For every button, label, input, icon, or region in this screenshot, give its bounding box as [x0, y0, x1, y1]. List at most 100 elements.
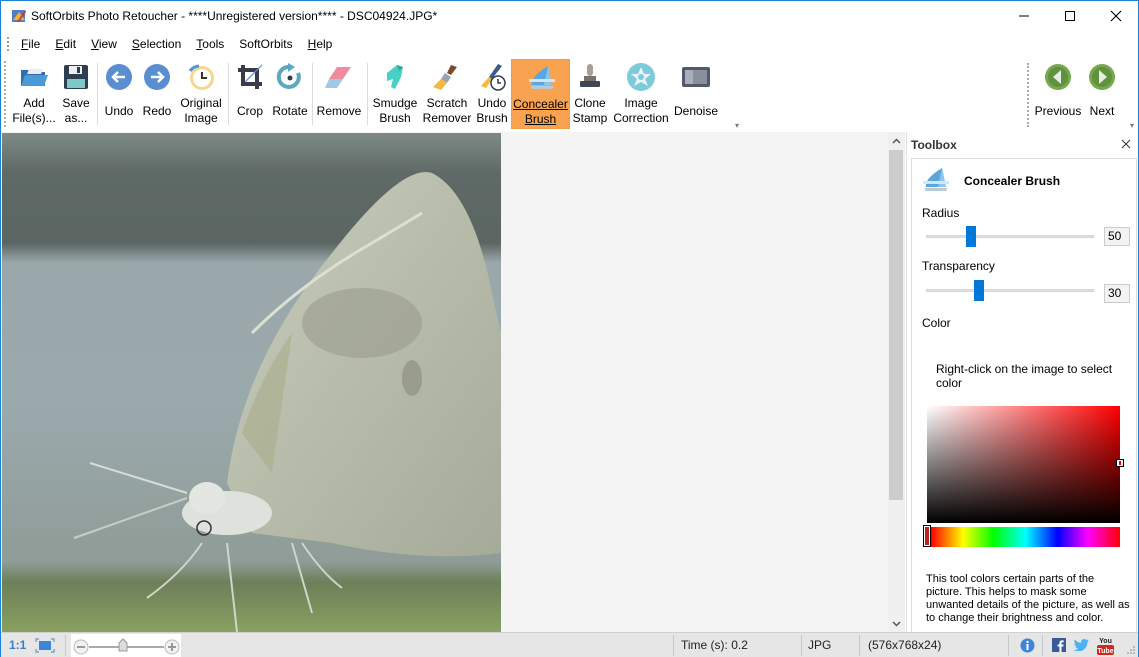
- undo-brush-button[interactable]: Undo Brush: [474, 59, 510, 129]
- menu-view[interactable]: View: [86, 37, 124, 51]
- undo-button[interactable]: Undo: [102, 59, 136, 129]
- facebook-icon[interactable]: [1052, 638, 1066, 652]
- menu-grip: [7, 37, 10, 51]
- chevron-down-icon: [892, 620, 901, 627]
- smudge-finger-icon: [387, 65, 403, 89]
- scratch-remover-button[interactable]: Scratch Remover: [422, 59, 472, 129]
- previous-button[interactable]: Previous: [1033, 59, 1083, 129]
- toolbar-separator: [228, 63, 229, 125]
- youtube-icon[interactable]: You Tube: [1097, 635, 1114, 655]
- color-label: Color: [922, 316, 951, 330]
- toolbox-header: Toolbox: [911, 138, 957, 152]
- tool-title: Concealer Brush: [964, 174, 1061, 188]
- clone-stamp-button[interactable]: Clone Stamp: [571, 59, 609, 129]
- color-picker-marker[interactable]: [1116, 459, 1124, 467]
- close-button[interactable]: [1093, 1, 1139, 31]
- undo-brush-label: Undo Brush: [476, 96, 508, 125]
- save-as-label: Save as...: [62, 96, 90, 125]
- concealer-brush-label: Concealer Brush: [513, 97, 568, 126]
- open-folder-icon: [21, 69, 48, 86]
- stamp-icon: [580, 64, 600, 87]
- paintbrush-icon: [433, 65, 457, 90]
- app-window: SoftOrbits Photo Retoucher - ****Unregis…: [0, 0, 1139, 657]
- image-correction-label: Image Correction: [613, 96, 669, 125]
- redo-arrow-icon: [144, 64, 170, 90]
- denoise-label: Denoise: [673, 104, 719, 118]
- redo-button[interactable]: Redo: [140, 59, 174, 129]
- transparency-value-field[interactable]: 30: [1104, 284, 1130, 303]
- rotate-button[interactable]: Rotate: [270, 59, 310, 129]
- smudge-brush-button[interactable]: Smudge Brush: [370, 59, 420, 129]
- chevron-up-icon: [892, 137, 901, 144]
- menu-help[interactable]: Help: [303, 37, 340, 51]
- menu-softorbits[interactable]: SoftOrbits: [234, 37, 299, 51]
- radius-slider-handle[interactable]: [966, 226, 976, 247]
- status-bar: 1:1 Time (s): 0.2 JPG (576x768x24) You T…: [1, 632, 1138, 657]
- remove-button[interactable]: Remove: [315, 59, 363, 129]
- scroll-down-button[interactable]: [888, 615, 905, 632]
- hue-slider-handle[interactable]: [923, 525, 931, 547]
- add-files-button[interactable]: Add File(s)...: [11, 59, 57, 129]
- zoom-slider-handle: [118, 638, 128, 652]
- photo-butterfly[interactable]: [2, 133, 501, 632]
- toolbox-panel: Toolbox Concealer Brush Radius 50 Transp…: [906, 132, 1138, 632]
- main-toolbar: Add File(s)... Save as... Undo Redo Orig…: [1, 57, 1138, 132]
- toolbar-overflow-button[interactable]: ▾: [735, 121, 739, 130]
- toolbox-close-icon[interactable]: [1120, 138, 1132, 150]
- status-separator: [1042, 635, 1043, 656]
- image-canvas[interactable]: [1, 132, 888, 632]
- menu-selection-label: election: [139, 37, 182, 51]
- maximize-button[interactable]: [1047, 1, 1093, 31]
- toolbar-grip[interactable]: [4, 61, 6, 127]
- transparency-slider[interactable]: [926, 280, 1094, 302]
- image-correction-button[interactable]: Image Correction: [611, 59, 671, 129]
- radius-value-field[interactable]: 50: [1104, 227, 1130, 246]
- clock-history-icon: [188, 64, 214, 90]
- crop-button[interactable]: Crop: [232, 59, 268, 129]
- fit-to-window-icon[interactable]: [35, 638, 55, 653]
- clone-stamp-label: Clone Stamp: [572, 96, 608, 125]
- saturation-value-picker[interactable]: [927, 406, 1120, 523]
- menu-file[interactable]: File: [16, 37, 47, 51]
- original-image-button[interactable]: Original Image: [177, 59, 225, 129]
- next-button[interactable]: Next: [1085, 59, 1119, 129]
- radius-label: Radius: [922, 206, 960, 220]
- nav-toolbar-overflow-button[interactable]: ▾: [1130, 121, 1134, 130]
- concealer-brush-icon: [923, 168, 949, 191]
- crop-label: Crop: [236, 104, 263, 118]
- nav-toolbar-grip[interactable]: [1027, 63, 1029, 127]
- photo-image: [2, 133, 501, 632]
- zoom-slider[interactable]: [71, 634, 181, 657]
- save-as-button[interactable]: Save as...: [59, 59, 93, 129]
- actual-size-button[interactable]: 1:1: [9, 638, 26, 652]
- minimize-button[interactable]: [1001, 1, 1047, 31]
- window-title: SoftOrbits Photo Retoucher - ****Unregis…: [31, 9, 438, 23]
- smudge-brush-label: Smudge Brush: [372, 96, 418, 125]
- canvas-vertical-scrollbar[interactable]: [888, 132, 905, 632]
- toolbar-separator: [97, 63, 98, 125]
- scratch-remover-label: Scratch Remover: [422, 96, 472, 125]
- transparency-slider-handle[interactable]: [974, 280, 984, 301]
- next-label: Next: [1089, 104, 1115, 118]
- remove-label: Remove: [316, 104, 362, 118]
- undo-arrow-icon: [106, 64, 132, 90]
- denoise-button[interactable]: Denoise: [673, 59, 719, 129]
- color-hint: Right-click on the image to select color: [936, 362, 1113, 390]
- aperture-icon: [627, 63, 655, 91]
- maximize-icon: [1065, 11, 1075, 21]
- menu-selection[interactable]: Selection: [127, 37, 188, 51]
- scrollbar-thumb[interactable]: [889, 150, 903, 500]
- info-icon[interactable]: [1020, 638, 1035, 653]
- concealer-brush-button[interactable]: Concealer Brush: [511, 59, 570, 129]
- hue-slider[interactable]: [931, 527, 1120, 547]
- resize-grip-icon[interactable]: [1126, 645, 1136, 655]
- toolbar-separator: [367, 63, 368, 125]
- menu-edit-label: dit: [63, 37, 77, 51]
- menu-tools[interactable]: Tools: [191, 37, 231, 51]
- next-arrow-icon: [1089, 64, 1115, 90]
- radius-slider[interactable]: [926, 226, 1094, 248]
- twitter-icon[interactable]: [1074, 639, 1089, 651]
- menu-edit[interactable]: Edit: [50, 37, 83, 51]
- scroll-up-button[interactable]: [888, 132, 905, 149]
- add-files-label: Add File(s)...: [12, 96, 56, 125]
